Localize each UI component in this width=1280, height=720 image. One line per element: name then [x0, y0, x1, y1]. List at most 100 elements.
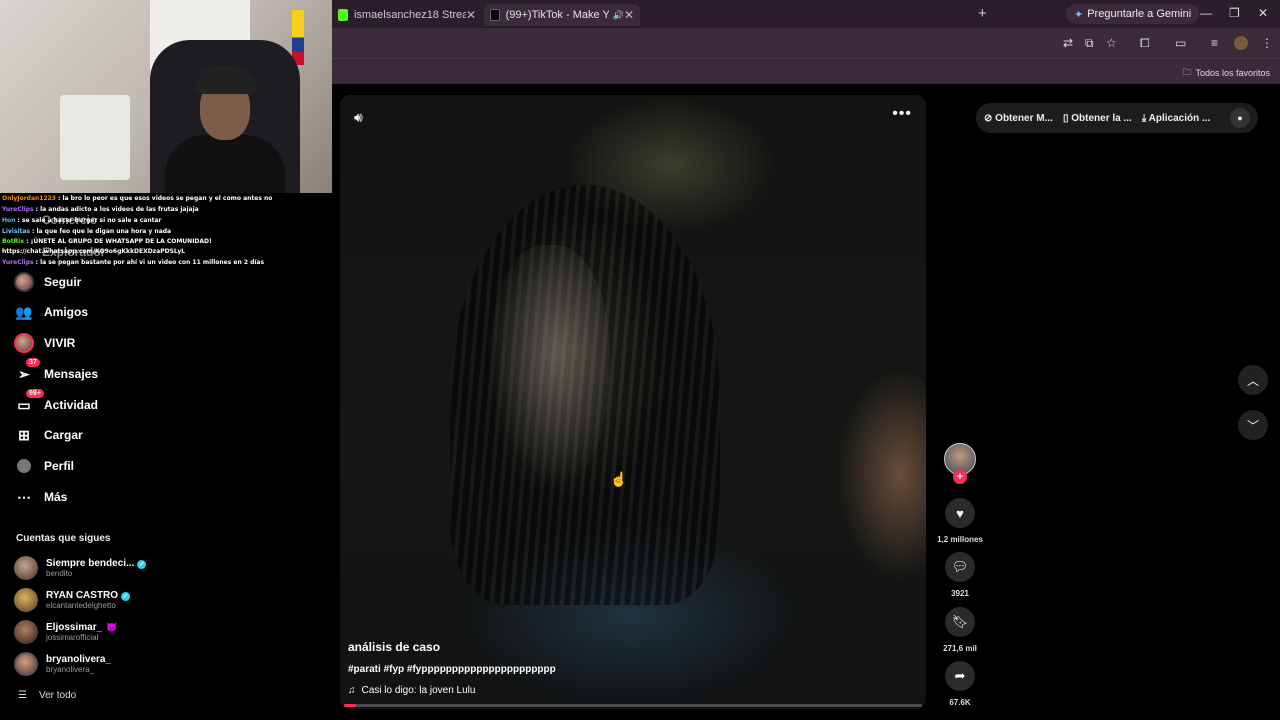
verified-icon: ✓	[121, 592, 131, 601]
followed-account[interactable]: RYAN CASTRO ✓ elcantantedelghetto	[14, 587, 131, 613]
folder-icon: 🗀	[1182, 67, 1192, 77]
chat-message: YureClips: la andas adicto a los videos …	[2, 204, 332, 215]
nav-label: Seguir	[44, 275, 82, 289]
download-app-button[interactable]: ⤓ Aplicación ...	[1142, 113, 1211, 124]
share-button[interactable]: ➦	[945, 661, 975, 691]
like-button[interactable]: ♥	[945, 498, 975, 528]
nav-label: Mensajes	[44, 367, 99, 381]
devil-emoji: 😈	[106, 622, 118, 632]
messages-badge: 37	[26, 358, 40, 367]
minimize-icon[interactable]: —	[1200, 6, 1212, 20]
chat-message: Hon: se sale a hacer burger si no sale a…	[2, 215, 332, 226]
nav-label: Más	[44, 490, 68, 504]
account-handle: bendito	[46, 569, 73, 578]
video-hashtags[interactable]: #parati #fyp #fypppppppppppppppppppppp	[348, 664, 556, 675]
activity-badge: 99+	[26, 389, 44, 398]
nav-label: VIVIR	[44, 336, 76, 350]
video-frame-face	[490, 245, 610, 485]
music-title: Casi lo digo: la joven Lulu	[361, 685, 476, 696]
next-video-button[interactable]: ﹀	[1238, 410, 1268, 440]
menu-icon[interactable]: ⋮	[1261, 36, 1273, 50]
address-bar[interactable]	[332, 28, 1280, 58]
avatar	[14, 620, 38, 644]
close-icon[interactable]: ✕	[466, 8, 476, 22]
gemini-button[interactable]: ✦ Preguntarle a Gemini	[1066, 4, 1200, 24]
tab-tiktok[interactable]: (99+)TikTok - Make Your Da 🔊 ✕	[484, 4, 640, 26]
more-icon: ⋯	[17, 488, 31, 505]
nav-item-seguir[interactable]: Seguir	[14, 270, 81, 294]
following-accounts-title: Cuentas que sigues	[16, 533, 111, 544]
translate-icon[interactable]: ⇄	[1063, 36, 1073, 50]
nav-item-mensajes[interactable]: ➢ 37 Mensajes	[14, 358, 99, 386]
followed-account[interactable]: bryanolivera_ bryanolivera_	[14, 651, 111, 677]
get-app-button[interactable]: ▯ Obtener la ...	[1063, 113, 1132, 124]
chat-user: YureClips	[2, 259, 34, 266]
star-icon[interactable]: ☆	[1106, 36, 1117, 50]
profile-avatar-icon[interactable]	[1234, 36, 1248, 50]
activity-icon: ▭ 99+	[14, 389, 44, 415]
live-avatar-icon	[14, 333, 34, 353]
streamer-body	[165, 135, 285, 193]
video-music[interactable]: ♫ Casi lo digo: la joven Lulu	[348, 685, 475, 696]
get-coins-button[interactable]: ⊘ Obtener M...	[984, 113, 1053, 124]
tab-kick-stream[interactable]: ismaelsanchez18 Stream - Watc ✕	[332, 4, 482, 26]
music-note-icon: ♫	[348, 685, 356, 696]
upload-icon: ⊞	[18, 426, 30, 443]
nav-item-actividad[interactable]: ▭ 99+ Actividad	[14, 389, 99, 417]
install-icon[interactable]: ⧉	[1085, 36, 1094, 51]
pill-label: Obtener la ...	[1071, 112, 1132, 124]
hand-cursor-icon: ☝	[610, 471, 628, 487]
video-progress-bar[interactable]	[344, 704, 922, 707]
nav-item-perfil[interactable]: Perfil	[14, 454, 74, 478]
followed-account[interactable]: Eljossimar_ 😈 jossimarofficial	[14, 619, 117, 645]
gemini-label: Preguntarle a Gemini	[1087, 8, 1192, 20]
account-name: RYAN CASTRO	[46, 590, 119, 601]
gemini-icon: ✦	[1074, 8, 1084, 21]
maximize-icon[interactable]: ❐	[1229, 6, 1240, 20]
nav-item-mas[interactable]: ⋯ Más	[14, 485, 67, 509]
nav-item-amigos[interactable]: 👥 Amigos	[14, 300, 88, 324]
video-player[interactable]: 🔊︎ ••• análisis de caso #parati #fyp #fy…	[340, 95, 926, 709]
new-tab-button[interactable]: +	[978, 5, 987, 22]
webcam-overlay	[0, 0, 332, 193]
profile-pin-icon[interactable]: ●	[1230, 108, 1250, 128]
chat-text: : ¡ÚNETE AL GRUPO DE WHATSAPP DE LA COMU…	[2, 238, 212, 255]
comment-count: 3921	[951, 589, 969, 598]
comment-icon: 💬︎	[951, 559, 969, 574]
follow-plus-icon[interactable]: +	[953, 470, 967, 484]
see-all-button[interactable]: ☰ Ver todo	[18, 690, 76, 701]
comment-button[interactable]: 💬︎	[945, 552, 975, 582]
media-icon[interactable]: ≡	[1211, 36, 1218, 50]
tab-label: (99+)TikTok - Make Your Da	[505, 9, 609, 21]
account-handle: jossimarofficial	[46, 633, 99, 642]
more-options-icon[interactable]: •••	[892, 105, 912, 123]
speaker-icon[interactable]: 🔊	[613, 10, 624, 21]
chat-user: YureClips	[2, 206, 34, 213]
nav-item-vivir[interactable]: VIVIR	[14, 331, 75, 355]
download-icon: ⤓	[1141, 112, 1149, 124]
extensions-icon[interactable]: ⧠	[1140, 36, 1150, 51]
close-icon[interactable]: ✕	[624, 8, 634, 22]
pill-label: Aplicación ...	[1148, 112, 1211, 124]
nav-label: Actividad	[44, 398, 99, 412]
phone-icon: ▯	[1062, 112, 1072, 124]
window-close-icon[interactable]: ✕	[1258, 6, 1268, 20]
volume-icon[interactable]: 🔊︎	[354, 109, 363, 126]
followed-account[interactable]: Siempre bendeci... ✓ bendito	[14, 555, 147, 581]
account-name: Eljossimar_	[46, 622, 103, 633]
previous-video-button[interactable]: ︿	[1238, 365, 1268, 395]
following-avatar-icon	[14, 272, 34, 292]
save-button[interactable]: 🔖︎	[945, 607, 975, 637]
save-count: 271,6 mil	[943, 644, 977, 653]
nav-item-cargar[interactable]: ⊞ Cargar	[14, 423, 83, 447]
chat-user: Hon	[2, 217, 16, 224]
streamer-cap	[195, 66, 257, 94]
share-count: 67.6K	[949, 698, 971, 707]
heart-icon: ♥	[956, 505, 964, 521]
chat-user: OnlyJordan1223	[2, 195, 56, 202]
cast-icon[interactable]: ▭	[1175, 36, 1186, 50]
profile-icon	[14, 456, 34, 476]
chat-text: : la se pegan bastante por ahí vi un vid…	[35, 259, 265, 266]
coin-icon: ⊘	[984, 112, 996, 124]
all-bookmarks-button[interactable]: 🗀 Todos los favoritos	[1182, 65, 1270, 81]
